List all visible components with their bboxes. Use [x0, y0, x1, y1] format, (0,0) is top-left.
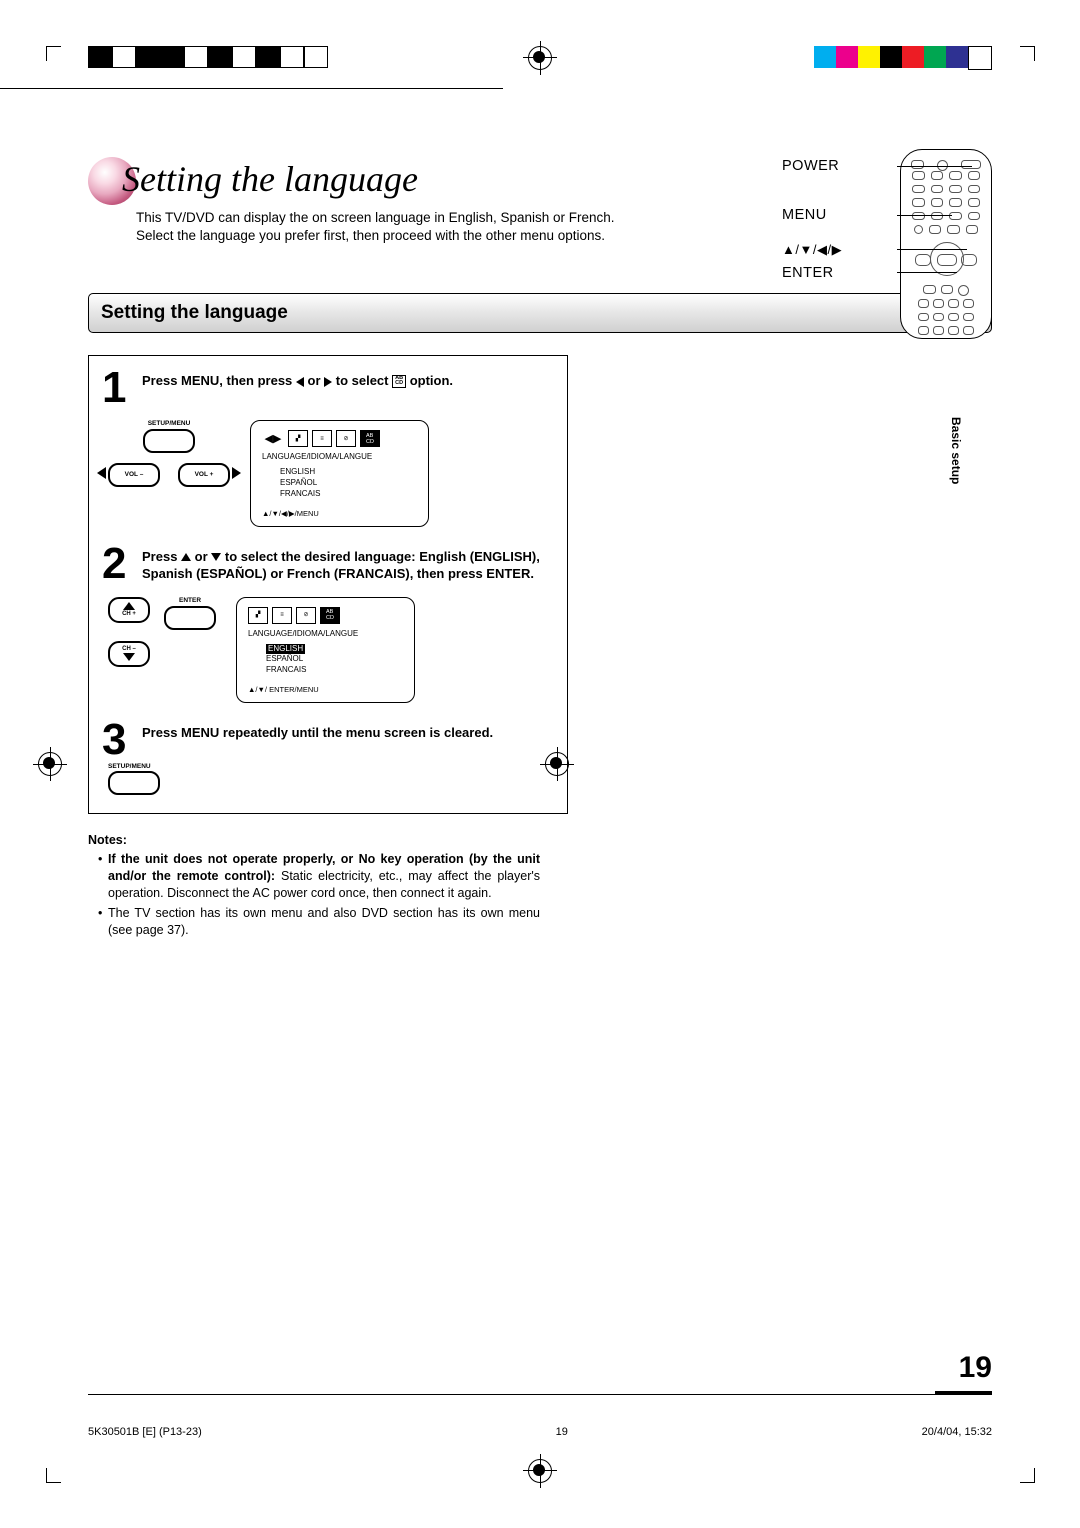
osd-option-espanol: ESPAÑOL — [266, 654, 403, 665]
notes-section: Notes: If the unit does not operate prop… — [88, 832, 540, 938]
notes-heading: Notes: — [88, 832, 540, 849]
side-tab: Basic setup — [947, 417, 963, 484]
osd-screen-2: ▞ ≡ ⊘ ABCD LANGUAGE/IDIOMA/LANGUE ENGLIS… — [236, 597, 415, 703]
page-footer-rule — [88, 1394, 992, 1395]
section-heading: Setting the language — [88, 293, 992, 333]
step-2-text: Press or to select the desired language:… — [142, 545, 554, 583]
ch-plus-button-icon: CH + — [108, 597, 150, 623]
step-number-1: 1 — [102, 369, 132, 406]
vol-minus-button-icon: VOL – — [108, 463, 160, 487]
vol-left-arrow-icon — [97, 467, 106, 479]
registration-mark-bottom — [523, 1454, 557, 1488]
step-1-text: Press MENU, then press or to select ABCD… — [142, 369, 453, 406]
crop-mark-bl — [46, 1468, 61, 1483]
header-rule — [0, 88, 503, 89]
callout-enter: ENTER — [782, 264, 834, 284]
osd-nav-arrows-icon: ◀▶ — [262, 431, 284, 446]
label-setup-menu-2: SETUP/MENU — [108, 763, 554, 772]
callout-line — [897, 215, 952, 216]
osd-option-english-selected: ENGLISH — [266, 644, 305, 655]
bw-calibration-strip — [88, 46, 328, 68]
footer-timestamp: 20/4/04, 15:32 — [922, 1425, 992, 1440]
callout-line — [897, 249, 967, 250]
remote-illustration — [900, 149, 992, 339]
osd-block-icon: ⊘ — [336, 430, 356, 447]
intro-text: This TV/DVD can display the on screen la… — [136, 209, 646, 245]
vol-plus-button-icon: VOL + — [178, 463, 230, 487]
up-arrow-icon — [181, 553, 191, 561]
step-number-2: 2 — [102, 545, 132, 583]
osd-screen-1: ◀▶ ▞ ≡ ⊘ ABCD LANGUAGE/IDIOMA/LANGUE ENG… — [250, 420, 429, 526]
osd-block-icon: ⊘ — [296, 607, 316, 624]
osd-list-icon: ≡ — [272, 607, 292, 624]
osd-picture-icon: ▞ — [288, 430, 308, 447]
page-number-underline — [935, 1391, 992, 1395]
label-setup-menu: SETUP/MENU — [143, 420, 195, 429]
crop-mark-br — [1020, 1468, 1035, 1483]
callout-line — [897, 166, 972, 167]
callout-power: POWER — [782, 157, 839, 177]
note-2: The TV section has its own menu and also… — [98, 905, 540, 939]
osd-footer-2: ▲/▼/ ENTER/MENU — [248, 685, 403, 695]
osd-picture-icon: ▞ — [248, 607, 268, 624]
steps-box: 1 Press MENU, then press or to select AB… — [88, 355, 568, 814]
ch-minus-button-icon: CH – — [108, 641, 150, 667]
abcd-icon: ABCD — [392, 375, 406, 389]
footer-doc-id: 5K30501B [E] (P13-23) — [88, 1425, 202, 1440]
color-calibration-strip — [814, 46, 992, 68]
registration-mark-top — [523, 41, 557, 75]
page-number: 19 — [959, 1348, 992, 1389]
osd-option-english: ENGLISH — [280, 467, 417, 478]
osd-option-espanol: ESPAÑOL — [280, 478, 417, 489]
left-arrow-icon — [296, 377, 304, 387]
vol-right-arrow-icon — [232, 467, 241, 479]
callout-arrows: ▲/▼/◀/▶ — [782, 241, 842, 259]
setup-menu-button-icon — [143, 429, 195, 453]
osd-option-francais: FRANCAIS — [280, 489, 417, 500]
right-arrow-icon — [324, 377, 332, 387]
step-3-text: Press MENU repeatedly until the menu scr… — [142, 721, 493, 758]
enter-button-icon — [164, 606, 216, 630]
osd-title: LANGUAGE/IDIOMA/LANGUE — [262, 452, 417, 463]
label-enter: ENTER — [164, 597, 216, 606]
osd-abcd-icon: ABCD — [320, 607, 340, 624]
osd-abcd-icon: ABCD — [360, 430, 380, 447]
crop-mark-tl — [46, 46, 61, 61]
down-arrow-icon — [211, 553, 221, 561]
osd-footer-1: ▲/▼/◀/▶/MENU — [262, 509, 417, 519]
step-number-3: 3 — [102, 721, 132, 758]
page-title: Setting the language — [122, 155, 418, 204]
osd-list-icon: ≡ — [312, 430, 332, 447]
footer-page: 19 — [556, 1425, 568, 1440]
callout-line — [897, 272, 957, 273]
setup-menu-button-icon-2 — [108, 771, 160, 795]
osd-option-francais: FRANCAIS — [266, 665, 403, 676]
registration-mark-left — [33, 747, 67, 781]
callout-menu: MENU — [782, 206, 827, 226]
print-footer: 5K30501B [E] (P13-23) 19 20/4/04, 15:32 — [88, 1425, 992, 1440]
osd-title: LANGUAGE/IDIOMA/LANGUE — [248, 629, 403, 640]
note-1: If the unit does not operate properly, o… — [98, 851, 540, 902]
crop-mark-tr — [1020, 46, 1035, 61]
